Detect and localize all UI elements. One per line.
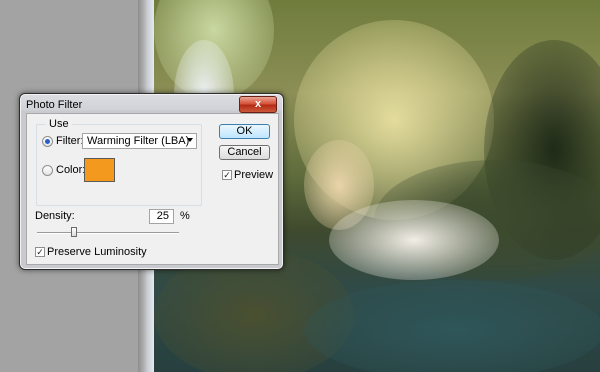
use-group-label: Use xyxy=(46,118,72,130)
filter-radio-label: Filter: xyxy=(56,135,84,147)
filter-radio[interactable] xyxy=(42,136,53,147)
dialog-title: Photo Filter xyxy=(26,99,83,111)
dialog-body: Use Filter: Warming Filter (LBA) Color: … xyxy=(26,113,279,265)
color-radio[interactable] xyxy=(42,165,53,176)
close-button[interactable]: x xyxy=(239,96,277,113)
color-swatch[interactable] xyxy=(84,158,115,182)
filter-dropdown-value: Warming Filter (LBA) xyxy=(87,135,190,147)
preserve-luminosity-label: Preserve Luminosity xyxy=(47,246,147,258)
filter-dropdown[interactable]: Warming Filter (LBA) xyxy=(82,133,197,149)
preview-label: Preview xyxy=(234,169,274,181)
density-slider-thumb[interactable] xyxy=(71,227,77,237)
color-radio-label: Color: xyxy=(56,164,86,176)
preserve-luminosity-checkbox[interactable]: ✓ xyxy=(35,247,45,257)
chevron-down-icon xyxy=(187,138,193,142)
density-slider-track[interactable] xyxy=(37,232,179,234)
cancel-button[interactable]: Cancel xyxy=(219,145,270,160)
density-label: Density: xyxy=(35,210,75,222)
use-group: Use Filter: Warming Filter (LBA) Color: xyxy=(36,118,202,206)
photo-filter-dialog: Photo Filter x Use Filter: Warming Filte… xyxy=(19,93,284,270)
preview-checkbox[interactable]: ✓ xyxy=(222,170,232,180)
ok-button[interactable]: OK xyxy=(219,124,270,139)
density-unit: % xyxy=(180,210,190,222)
density-input[interactable]: 25 xyxy=(149,209,174,224)
